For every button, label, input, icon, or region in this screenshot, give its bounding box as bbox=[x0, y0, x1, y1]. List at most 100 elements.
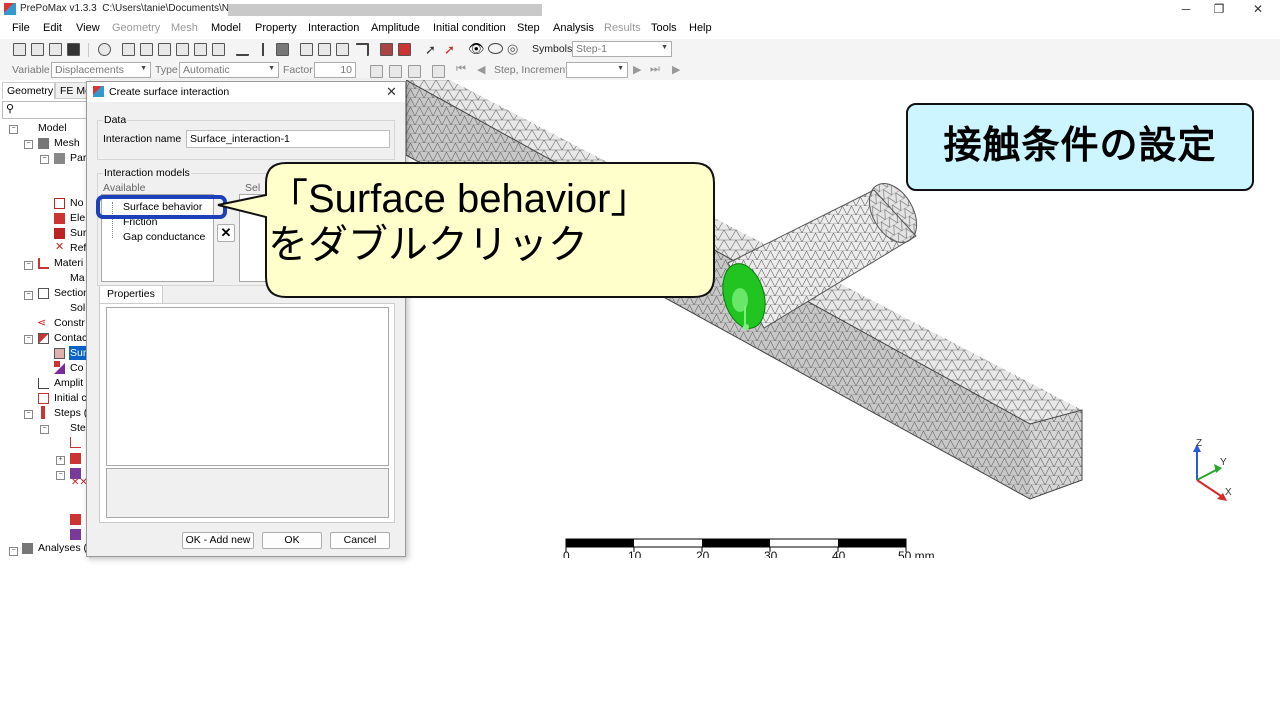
collapse-icon[interactable]: − bbox=[56, 471, 65, 480]
next-increment-icon[interactable]: ▶ bbox=[633, 63, 641, 76]
normal-view-icon[interactable] bbox=[236, 43, 249, 56]
open-file-icon[interactable] bbox=[31, 43, 44, 56]
tree-item-amplitudes[interactable]: Amplit bbox=[54, 377, 83, 389]
interaction-name-value: Surface_interaction-1 bbox=[190, 133, 290, 145]
ok-add-new-button[interactable]: OK - Add new bbox=[182, 532, 254, 549]
menu-geometry[interactable]: Geometry bbox=[112, 22, 160, 34]
shaded-icon[interactable] bbox=[336, 43, 349, 56]
view-back-icon[interactable] bbox=[140, 43, 153, 56]
increment-select[interactable]: ▼ bbox=[566, 62, 628, 78]
new-file-icon[interactable] bbox=[13, 43, 26, 56]
play-icon[interactable]: ▶ bbox=[672, 63, 680, 76]
factor-input[interactable]: 10 bbox=[314, 62, 356, 78]
show-all-eye-icon[interactable]: 👁 bbox=[468, 41, 485, 57]
cancel-button[interactable]: Cancel bbox=[330, 532, 390, 549]
menu-interaction[interactable]: Interaction bbox=[308, 22, 359, 34]
tree-item-analyses[interactable]: Analyses ( bbox=[38, 542, 87, 554]
first-increment-icon[interactable]: ⏮ bbox=[456, 63, 466, 76]
last-increment-icon[interactable]: ⏭ bbox=[650, 63, 660, 76]
tree-item-mesh[interactable]: Mesh bbox=[54, 137, 80, 149]
view-bottom-icon[interactable] bbox=[176, 43, 189, 56]
tree-item-model[interactable]: Model bbox=[38, 122, 67, 134]
load-item-icon bbox=[70, 529, 81, 540]
zoom-icon[interactable] bbox=[98, 43, 111, 56]
menu-file[interactable]: File bbox=[12, 22, 30, 34]
transform-arrow-icon[interactable]: ➚ bbox=[425, 42, 436, 58]
step-select[interactable]: Step-1 ▼ bbox=[572, 41, 672, 57]
tree-item-contact-pairs[interactable]: Co bbox=[70, 362, 83, 374]
contour-icon[interactable] bbox=[408, 65, 421, 78]
tree-item-material[interactable]: Ma bbox=[70, 272, 85, 284]
view-left-icon[interactable] bbox=[194, 43, 207, 56]
tree-item-reference-points[interactable]: Ref bbox=[70, 242, 86, 254]
menu-results[interactable]: Results bbox=[604, 22, 641, 34]
eye-outline-icon[interactable] bbox=[488, 43, 503, 54]
menu-amplitude[interactable]: Amplitude bbox=[371, 22, 420, 34]
collapse-icon[interactable]: − bbox=[40, 155, 49, 164]
save-icon[interactable] bbox=[67, 43, 80, 56]
collapse-icon[interactable]: − bbox=[24, 140, 33, 149]
tree-item-step-1[interactable]: Ste bbox=[70, 422, 86, 434]
collapse-icon[interactable]: − bbox=[24, 261, 33, 270]
expand-icon[interactable]: + bbox=[56, 456, 65, 465]
tree-item-initial-conditions[interactable]: Initial c bbox=[54, 392, 87, 404]
menu-edit[interactable]: Edit bbox=[43, 22, 62, 34]
section-view-icon[interactable] bbox=[356, 43, 369, 56]
tree-item-node-sets[interactable]: No bbox=[70, 197, 83, 209]
menu-help[interactable]: Help bbox=[689, 22, 712, 34]
tree-item-constraints[interactable]: Constr bbox=[54, 317, 85, 329]
menu-property[interactable]: Property bbox=[255, 22, 297, 34]
show-icon[interactable] bbox=[398, 43, 411, 56]
collapse-icon[interactable]: − bbox=[24, 291, 33, 300]
close-window-button[interactable]: ✕ bbox=[1238, 1, 1278, 18]
view-right-icon[interactable] bbox=[212, 43, 225, 56]
menu-step[interactable]: Step bbox=[517, 22, 540, 34]
wireframe-icon[interactable] bbox=[300, 43, 313, 56]
ok-button[interactable]: OK bbox=[262, 532, 322, 549]
tree-search-input[interactable]: ⚲ bbox=[2, 101, 90, 119]
view-top-icon[interactable] bbox=[158, 43, 171, 56]
tab-geometry[interactable]: Geometry bbox=[2, 82, 55, 99]
import-icon[interactable] bbox=[49, 43, 62, 56]
dialog-close-button[interactable]: ✕ bbox=[386, 84, 397, 100]
maximize-button[interactable]: ❐ bbox=[1199, 1, 1239, 18]
collapse-icon[interactable]: − bbox=[9, 547, 18, 556]
hide-eye-icon[interactable]: ◎ bbox=[507, 41, 518, 57]
tree-item-steps[interactable]: Steps ( bbox=[54, 407, 87, 419]
property-grid[interactable] bbox=[106, 307, 389, 466]
tree-item-contacts[interactable]: Contac bbox=[54, 332, 87, 344]
axis-y-label: Y bbox=[1220, 457, 1227, 468]
type-select[interactable]: Automatic ▼ bbox=[179, 62, 279, 78]
interaction-name-input[interactable]: Surface_interaction-1 bbox=[186, 130, 390, 148]
undeformed-icon[interactable] bbox=[370, 65, 383, 78]
menu-analysis[interactable]: Analysis bbox=[553, 22, 594, 34]
animate-icon[interactable] bbox=[432, 65, 445, 78]
tree-item-sections[interactable]: Section bbox=[54, 287, 89, 299]
view-front-icon[interactable] bbox=[122, 43, 135, 56]
previous-increment-icon[interactable]: ◀ bbox=[477, 63, 485, 76]
tree-item-surface-interactions[interactable]: Sur bbox=[70, 347, 86, 359]
collapse-icon[interactable]: − bbox=[24, 335, 33, 344]
collapse-icon[interactable]: − bbox=[9, 125, 18, 134]
tree-item-element-sets[interactable]: Ele bbox=[70, 212, 85, 224]
menu-mesh[interactable]: Mesh bbox=[171, 22, 198, 34]
tree-item-materials[interactable]: Materi bbox=[54, 257, 83, 269]
tree-item-parts[interactable]: Par bbox=[70, 152, 86, 164]
deformed-icon[interactable] bbox=[389, 65, 402, 78]
menu-initial-condition[interactable]: Initial condition bbox=[433, 22, 506, 34]
variable-select[interactable]: Displacements ▼ bbox=[51, 62, 151, 78]
menu-view[interactable]: View bbox=[76, 22, 100, 34]
collapse-icon[interactable]: − bbox=[40, 425, 49, 434]
menu-model[interactable]: Model bbox=[211, 22, 241, 34]
list-item-gap-conductance[interactable]: Gap conductance bbox=[123, 231, 205, 243]
tree-item-solid-section[interactable]: Sol bbox=[70, 302, 85, 314]
tree-item-surfaces[interactable]: Sur bbox=[70, 227, 86, 239]
collapse-icon[interactable]: − bbox=[24, 410, 33, 419]
vertical-view-icon[interactable] bbox=[262, 43, 264, 56]
hide-icon[interactable] bbox=[380, 43, 393, 56]
shaded-edges-icon[interactable] bbox=[318, 43, 331, 56]
isometric-view-icon[interactable] bbox=[276, 43, 289, 56]
menu-tools[interactable]: Tools bbox=[651, 22, 677, 34]
transform-clear-icon[interactable]: ➚ bbox=[444, 42, 455, 58]
title-bar: PrePoMax v1.3.3 C:\Users\tanie\Documents… bbox=[0, 0, 1280, 19]
